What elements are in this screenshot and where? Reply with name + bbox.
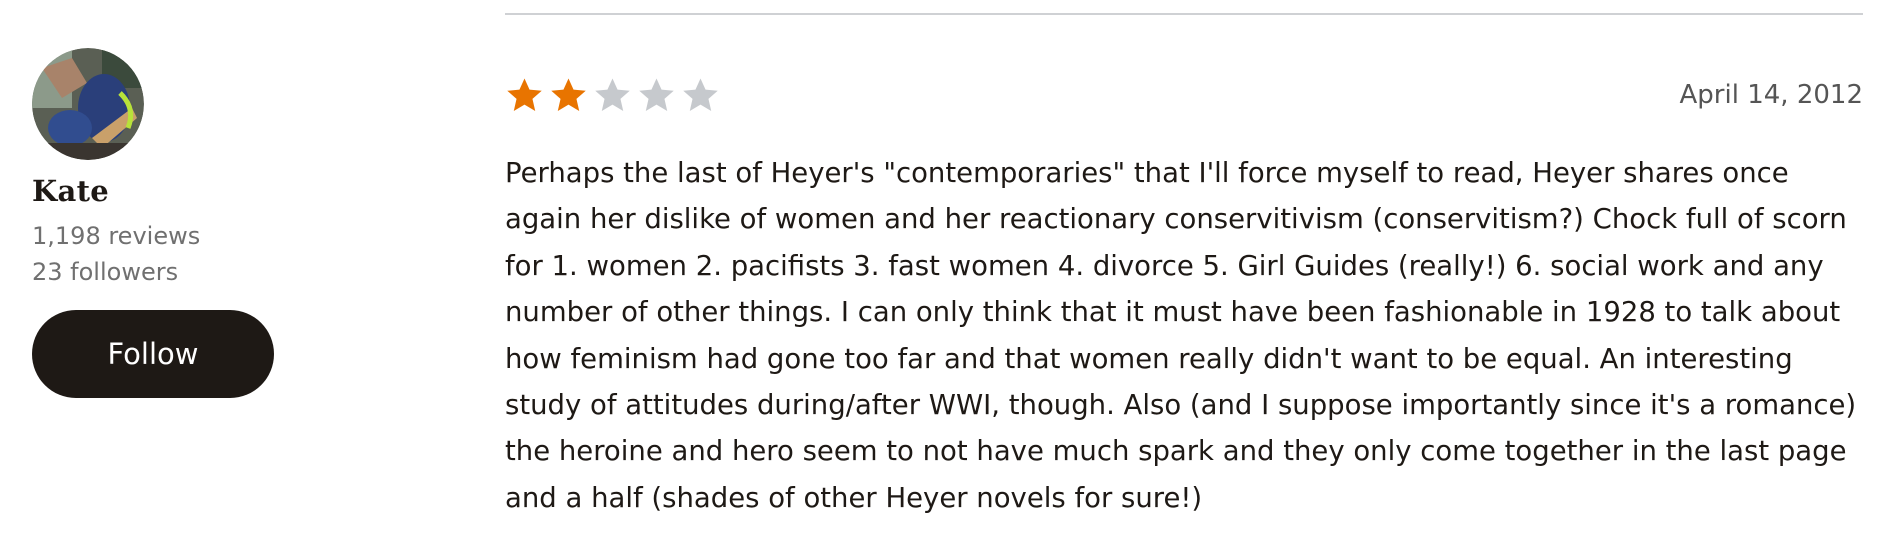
review-text: Perhaps the last of Heyer's "contemporar… xyxy=(505,157,1857,514)
section-divider xyxy=(505,13,1863,15)
star-empty-icon xyxy=(595,78,630,111)
reviewer-name[interactable]: Kate xyxy=(32,174,292,208)
follow-button[interactable]: Follow xyxy=(32,310,274,398)
star-rating xyxy=(505,76,720,115)
star-filled-icon xyxy=(551,78,586,111)
reviewer-review-count: 1,198 reviews xyxy=(32,222,201,250)
reviewer-stats: 1,198 reviews 23 followers xyxy=(32,218,292,290)
star-empty-icon xyxy=(639,78,674,111)
reviewer-follower-count: 23 followers xyxy=(32,258,179,286)
review-date[interactable]: April 14, 2012 xyxy=(1680,80,1863,110)
avatar[interactable] xyxy=(32,48,144,160)
reviewer-card: Kate 1,198 reviews 23 followers Follow xyxy=(32,48,292,398)
star-empty-icon xyxy=(683,78,718,111)
star-filled-icon xyxy=(507,78,542,111)
